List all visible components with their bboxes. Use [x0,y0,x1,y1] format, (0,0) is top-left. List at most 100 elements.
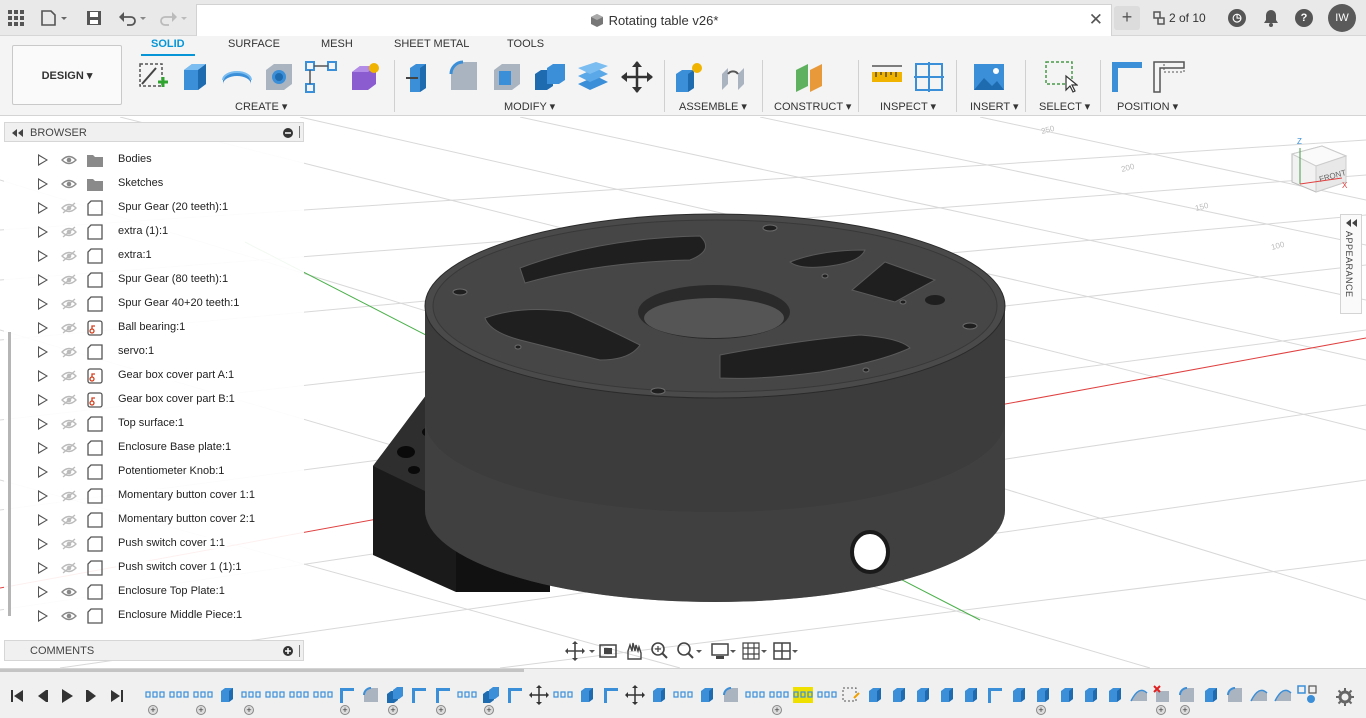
browser-item-enclosure-base-plate-1[interactable]: Enclosure Base plate:1 [4,436,304,460]
sketch-feature-icon[interactable] [289,685,309,705]
extrude-feature-icon[interactable] [649,685,669,705]
eye-hidden-icon[interactable] [61,249,77,263]
expand-arrow-icon[interactable] [38,514,48,526]
browser-item-servo-1[interactable]: servo:1 [4,340,304,364]
pan-icon[interactable] [627,642,642,660]
combine-feature-icon[interactable] [385,685,405,705]
create-sketch-icon[interactable] [136,60,170,94]
expand-arrow-icon[interactable] [38,610,48,622]
panel-resize-handle[interactable] [299,645,300,657]
eye-hidden-icon[interactable] [61,393,77,407]
browser-scrollbar[interactable] [8,332,11,616]
plane-feature-icon[interactable] [409,685,429,705]
timeline-group-marker[interactable]: + [388,705,398,715]
loft-feature-icon[interactable] [1273,685,1293,705]
eye-icon[interactable] [61,177,77,191]
browser-item-momentary-button-cover-1-1[interactable]: Momentary button cover 1:1 [4,484,304,508]
modify-menu[interactable]: MODIFY ▾ [504,100,555,113]
collapse-left-icon[interactable] [1344,219,1358,227]
move-feature-icon[interactable] [625,685,645,705]
expand-arrow-icon[interactable] [38,322,48,334]
browser-item-ball-bearing-1[interactable]: Ball bearing:1 [4,316,304,340]
extrude-feature-icon[interactable] [1105,685,1125,705]
extrude-feature-icon[interactable] [1201,685,1221,705]
inspect-menu[interactable]: INSPECT ▾ [880,100,936,113]
timeline-group-marker[interactable]: + [772,705,782,715]
browser-header[interactable]: BROWSER [4,122,304,142]
highlighted-sketch-feature-icon[interactable] [793,685,813,705]
eye-hidden-icon[interactable] [61,369,77,383]
timeline-group-marker[interactable]: + [244,705,254,715]
select-menu[interactable]: SELECT ▾ [1039,100,1090,113]
browser-item-momentary-button-cover-2-1[interactable]: Momentary button cover 2:1 [4,508,304,532]
measure-icon[interactable] [870,60,904,94]
extrude-feature-icon[interactable] [913,685,933,705]
display-settings-icon[interactable] [711,643,736,659]
timeline-group-marker[interactable]: + [1180,705,1190,715]
extrude-icon[interactable] [178,60,212,94]
eye-hidden-icon[interactable] [61,489,77,503]
expand-arrow-icon[interactable] [38,178,48,190]
section-analysis-icon[interactable] [912,60,946,94]
joint-icon[interactable] [716,60,750,94]
workspace-switcher-button[interactable]: DESIGN ▾ [12,45,122,105]
browser-minimize-icon[interactable] [283,128,293,138]
fillet-feature-icon[interactable] [1225,685,1245,705]
panel-resize-handle[interactable] [299,126,300,138]
eye-hidden-icon[interactable] [61,417,77,431]
expand-arrow-icon[interactable] [38,418,48,430]
sketch-feature-icon[interactable] [241,685,261,705]
version-indicator[interactable]: 2 of 10 [1152,11,1206,25]
expand-arrow-icon[interactable] [38,202,48,214]
extrude-feature-icon[interactable] [217,685,237,705]
offset-plane-icon[interactable] [792,60,826,94]
browser-item-spur-gear-40-20-teeth-1[interactable]: Spur Gear 40+20 teeth:1 [4,292,304,316]
file-menu-icon[interactable] [40,8,70,28]
shell-icon[interactable] [490,60,524,94]
viewports-icon[interactable] [773,642,798,660]
sketch-dashed-feature-icon[interactable] [841,685,861,705]
revolve-icon[interactable] [220,60,254,94]
tab-tools[interactable]: TOOLS [507,38,544,50]
help-icon[interactable]: ? [1295,9,1313,27]
new-component-icon[interactable] [672,60,706,94]
timeline-settings-gear-icon[interactable] [1336,688,1354,706]
notifications-icon[interactable] [1261,8,1281,28]
eye-hidden-icon[interactable] [61,273,77,287]
extrude-feature-icon[interactable] [1081,685,1101,705]
sketch-feature-icon[interactable] [745,685,765,705]
sketch-feature-icon[interactable] [265,685,285,705]
offset-faces-icon[interactable] [576,60,610,94]
timeline-group-marker[interactable]: + [1156,705,1166,715]
fit-icon[interactable] [677,642,702,659]
plane-feature-icon[interactable] [433,685,453,705]
browser-item-push-switch-cover-1-1-1[interactable]: Push switch cover 1 (1):1 [4,556,304,580]
add-comment-icon[interactable] [283,646,293,656]
timeline-scrollbar[interactable] [0,669,524,672]
capture-position-icon[interactable] [1110,60,1144,94]
pattern-icon[interactable] [304,60,338,94]
sketch-feature-icon[interactable] [817,685,837,705]
eye-hidden-icon[interactable] [61,513,77,527]
fillet-feature-icon[interactable] [361,685,381,705]
grid-icon[interactable] [6,8,26,28]
eye-hidden-icon[interactable] [61,441,77,455]
insert-menu[interactable]: INSERT ▾ [970,100,1019,113]
timeline-group-marker[interactable]: + [196,705,206,715]
expand-arrow-icon[interactable] [38,562,48,574]
browser-item-gear-box-cover-part-a-1[interactable]: Gear box cover part A:1 [4,364,304,388]
browser-item-extra-1[interactable]: extra:1 [4,244,304,268]
plane-feature-icon[interactable] [337,685,357,705]
tab-sheet-metal[interactable]: SHEET METAL [394,38,469,50]
orbit-icon[interactable] [565,641,595,661]
expand-arrow-icon[interactable] [38,586,48,598]
expand-arrow-icon[interactable] [38,346,48,358]
create-menu[interactable]: CREATE ▾ [235,100,287,113]
eye-icon[interactable] [61,609,77,623]
browser-item-extra-1-1[interactable]: extra (1):1 [4,220,304,244]
extrude-feature-icon[interactable] [1033,685,1053,705]
enclosure-middle-piece-body[interactable] [424,213,1006,602]
expand-arrow-icon[interactable] [38,394,48,406]
redo-icon[interactable] [157,8,189,28]
go-to-start-icon[interactable] [9,688,25,704]
